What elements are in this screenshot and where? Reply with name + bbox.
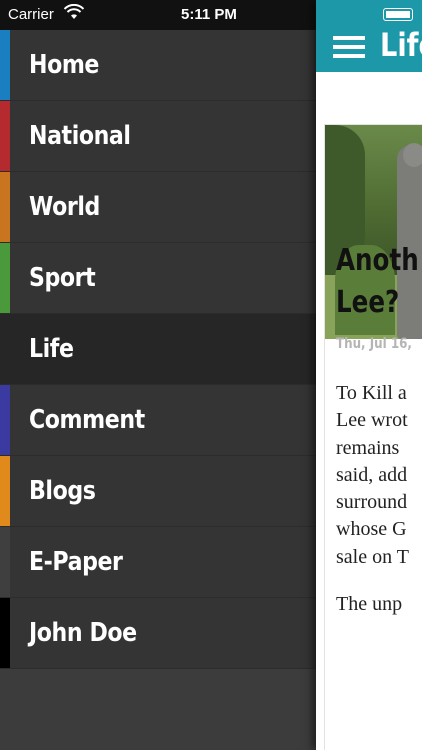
menu-item-sport[interactable]: Sport — [0, 243, 316, 314]
nav-title: Life — [380, 26, 422, 64]
menu-item-label: World — [29, 192, 100, 222]
menu-item-life[interactable]: Life — [0, 314, 316, 385]
menu-item-color-stripe — [0, 172, 10, 242]
article-date: Thu, Jul 16, — [336, 336, 412, 352]
menu-item-label: Home — [29, 50, 100, 80]
menu-footer — [0, 669, 316, 749]
menu-item-color-stripe — [0, 527, 10, 597]
menu-list: Home National World Sport Life Comment Blogs E-… — [0, 30, 316, 669]
status-bar: Carrier 5:11 PM — [0, 0, 422, 30]
menu-item-color-stripe — [0, 314, 10, 384]
menu-item-color-stripe — [0, 243, 10, 313]
clock: 5:11 PM — [181, 6, 237, 23]
menu-item-label: Blogs — [29, 476, 96, 506]
hamburger-menu-icon[interactable] — [333, 36, 365, 58]
menu-item-color-stripe — [0, 385, 10, 455]
menu-item-label: Comment — [29, 405, 145, 435]
battery-icon — [383, 8, 413, 21]
carrier-name: Carrier — [8, 6, 54, 23]
wifi-icon — [64, 4, 84, 19]
article-body-paragraph: The unp — [336, 593, 403, 616]
menu-item-label: National — [29, 121, 131, 151]
menu-item-comment[interactable]: Comment — [0, 385, 316, 456]
menu-item-color-stripe — [0, 101, 10, 171]
menu-item-label: John Doe — [29, 618, 137, 648]
menu-item-blogs[interactable]: Blogs — [0, 456, 316, 527]
menu-item-national[interactable]: National — [0, 101, 316, 172]
menu-item-color-stripe — [0, 456, 10, 526]
menu-item-home[interactable]: Home — [0, 30, 316, 101]
menu-item-label: Life — [29, 334, 74, 364]
menu-item-color-stripe — [0, 30, 10, 100]
article-headline[interactable]: Anoth Lee? — [336, 240, 422, 324]
menu-item-e-paper[interactable]: E-Paper — [0, 527, 316, 598]
menu-item-world[interactable]: World — [0, 172, 316, 243]
article-body: To Kill a Lee wrot remains said, add sur… — [336, 380, 422, 638]
menu-item-label: Sport — [29, 263, 96, 293]
menu-item-label: E-Paper — [29, 547, 123, 577]
article-body-paragraph: To Kill a Lee wrot remains said, add sur… — [336, 382, 409, 568]
menu-item-color-stripe — [0, 598, 10, 668]
menu-item-john-doe[interactable]: John Doe — [0, 598, 316, 669]
side-menu: Home National World Sport Life Comment Blogs E-… — [0, 0, 316, 750]
article-view[interactable]: Life Anoth Lee? Thu, Jul 16, To Kill a L… — [316, 0, 422, 750]
